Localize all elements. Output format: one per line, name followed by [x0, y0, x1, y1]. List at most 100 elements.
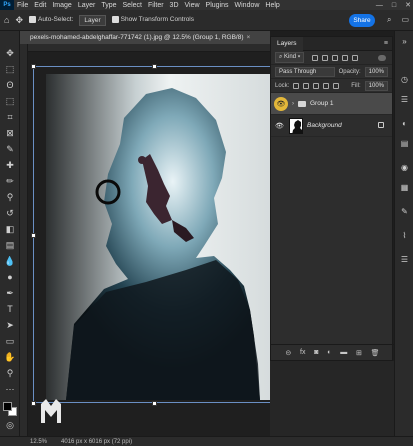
- menu-edit[interactable]: Edit: [31, 2, 49, 9]
- fx-icon[interactable]: fx: [300, 349, 305, 356]
- menu-select[interactable]: Select: [120, 2, 145, 9]
- brushes-icon[interactable]: ✎: [400, 207, 409, 216]
- rectangle-tool-icon[interactable]: ▭: [4, 335, 16, 347]
- menu-type[interactable]: Type: [98, 2, 119, 9]
- history-icon[interactable]: ◷: [400, 75, 409, 84]
- collapse-icon[interactable]: »: [400, 37, 409, 46]
- zoom-tool-icon[interactable]: ⚲: [4, 367, 16, 379]
- menu-3d[interactable]: 3D: [167, 2, 182, 9]
- dodge-tool-icon[interactable]: ●: [4, 271, 16, 283]
- zoom-level[interactable]: 12.5%: [30, 439, 47, 445]
- opacity-input[interactable]: 100%: [364, 66, 388, 77]
- quick-mask-icon[interactable]: ◎: [4, 419, 16, 431]
- clone-stamp-tool-icon[interactable]: ⚲: [4, 191, 16, 203]
- folder-icon[interactable]: ▬: [340, 349, 347, 356]
- hand-tool-icon[interactable]: ✋: [4, 351, 16, 363]
- tab-layers[interactable]: Layers: [271, 36, 303, 51]
- maximize-button[interactable]: □: [392, 2, 396, 9]
- transform-handle[interactable]: [31, 64, 36, 69]
- adjustment-icon[interactable]: ◐: [327, 349, 331, 356]
- smart-object-filter-icon[interactable]: [352, 54, 359, 61]
- object-select-tool-icon[interactable]: ⬚: [4, 95, 16, 107]
- photoshop-logo[interactable]: Ps: [0, 0, 14, 10]
- eraser-tool-icon[interactable]: ◧: [4, 223, 16, 235]
- transform-handle[interactable]: [152, 401, 157, 406]
- frame-tool-icon[interactable]: ⊠: [4, 127, 16, 139]
- home-icon[interactable]: ⌂: [4, 15, 9, 25]
- document-canvas[interactable]: [46, 74, 270, 400]
- lock-artboard-icon[interactable]: [323, 82, 330, 89]
- expand-chevron-icon[interactable]: ›: [292, 101, 294, 107]
- type-tool-icon[interactable]: T: [4, 303, 16, 315]
- lock-all-icon[interactable]: [333, 82, 340, 89]
- blur-tool-icon[interactable]: 💧: [4, 255, 16, 267]
- mask-icon[interactable]: ◙: [314, 349, 318, 356]
- lock-position-icon[interactable]: [313, 82, 320, 89]
- swatches-icon[interactable]: ▦: [400, 183, 409, 192]
- document-info[interactable]: 4016 px x 6016 px (72 ppi): [61, 439, 132, 445]
- share-button[interactable]: Share: [349, 14, 375, 27]
- properties-icon[interactable]: ☰: [400, 95, 409, 104]
- move-tool-icon[interactable]: ✥: [4, 47, 16, 59]
- healing-brush-tool-icon[interactable]: ✚: [4, 159, 16, 171]
- close-button[interactable]: ✕: [405, 1, 411, 9]
- horizontal-ruler[interactable]: [20, 44, 270, 52]
- auto-select-checkbox[interactable]: Auto-Select:: [28, 16, 73, 24]
- new-layer-icon[interactable]: ⊞: [356, 349, 362, 357]
- transform-handle[interactable]: [152, 64, 157, 69]
- menu-filter[interactable]: Filter: [145, 2, 167, 9]
- color-icon[interactable]: ◉: [400, 163, 409, 172]
- pen-tool-icon[interactable]: ✒: [4, 287, 16, 299]
- marquee-tool-icon[interactable]: ⬚: [4, 63, 16, 75]
- history-brush-tool-icon[interactable]: ↺: [4, 207, 16, 219]
- menu-help[interactable]: Help: [262, 2, 282, 9]
- adjustment-filter-icon[interactable]: [322, 54, 329, 61]
- lock-transparent-icon[interactable]: [293, 82, 300, 89]
- vertical-ruler[interactable]: [20, 44, 28, 436]
- layer-row-background[interactable]: 👁 Background: [271, 115, 392, 137]
- link-icon[interactable]: ⊝: [285, 349, 291, 357]
- panel-menu-icon[interactable]: ≡: [384, 40, 388, 47]
- path-select-tool-icon[interactable]: ➤: [4, 319, 16, 331]
- foreground-color-swatch[interactable]: [3, 402, 12, 411]
- brush-tool-icon[interactable]: ✏: [4, 175, 16, 187]
- shape-filter-icon[interactable]: [342, 54, 349, 61]
- close-tab-icon[interactable]: ×: [247, 34, 251, 41]
- type-filter-icon[interactable]: [332, 54, 339, 61]
- minimize-button[interactable]: —: [376, 2, 383, 9]
- trash-icon[interactable]: 🗑: [371, 349, 380, 357]
- menu-file[interactable]: File: [14, 2, 31, 9]
- filter-toggle[interactable]: [378, 54, 386, 61]
- transform-handle[interactable]: [31, 233, 36, 238]
- canvas-area[interactable]: [28, 52, 270, 436]
- transform-handle[interactable]: [31, 401, 36, 406]
- crop-tool-icon[interactable]: ⌗: [4, 111, 16, 123]
- menu-plugins[interactable]: Plugins: [203, 2, 232, 9]
- eyedropper-tool-icon[interactable]: ✎: [4, 143, 16, 155]
- gradient-tool-icon[interactable]: ▤: [4, 239, 16, 251]
- libraries-icon[interactable]: ▤: [400, 139, 409, 148]
- menu-image[interactable]: Image: [49, 2, 74, 9]
- search-icon[interactable]: ⌕: [387, 15, 391, 25]
- workspace-icon[interactable]: ▭: [401, 15, 409, 25]
- blend-mode-dropdown[interactable]: Pass Through: [275, 66, 335, 77]
- menu-layer[interactable]: Layer: [75, 2, 99, 9]
- kind-filter-dropdown[interactable]: ⌕ Kind ▾: [275, 52, 305, 63]
- menu-view[interactable]: View: [182, 2, 203, 9]
- document-tab[interactable]: pexels-mohamed-abdelghaffar-771742 (1).j…: [20, 31, 270, 44]
- visibility-eye-icon[interactable]: 👁: [274, 120, 285, 131]
- edit-toolbar-icon[interactable]: ⋯: [4, 383, 16, 395]
- layer-row-group-1[interactable]: 👁 › Group 1: [271, 93, 392, 115]
- pixel-filter-icon[interactable]: [312, 54, 319, 61]
- auto-select-dropdown[interactable]: Layer: [79, 14, 106, 26]
- lock-pixels-icon[interactable]: [303, 82, 310, 89]
- menu-window[interactable]: Window: [232, 2, 263, 9]
- fill-input[interactable]: 100%: [364, 80, 388, 91]
- adjustments-icon[interactable]: ◐: [400, 119, 409, 128]
- visibility-eye-icon[interactable]: 👁: [274, 96, 288, 111]
- transform-controls-checkbox[interactable]: Show Transform Controls: [111, 16, 194, 24]
- move-tool-icon[interactable]: ✥: [15, 15, 23, 26]
- channels-icon[interactable]: ☰: [400, 255, 409, 264]
- paths-icon[interactable]: ⌇: [400, 231, 409, 240]
- lasso-tool-icon[interactable]: ʘ: [4, 79, 16, 91]
